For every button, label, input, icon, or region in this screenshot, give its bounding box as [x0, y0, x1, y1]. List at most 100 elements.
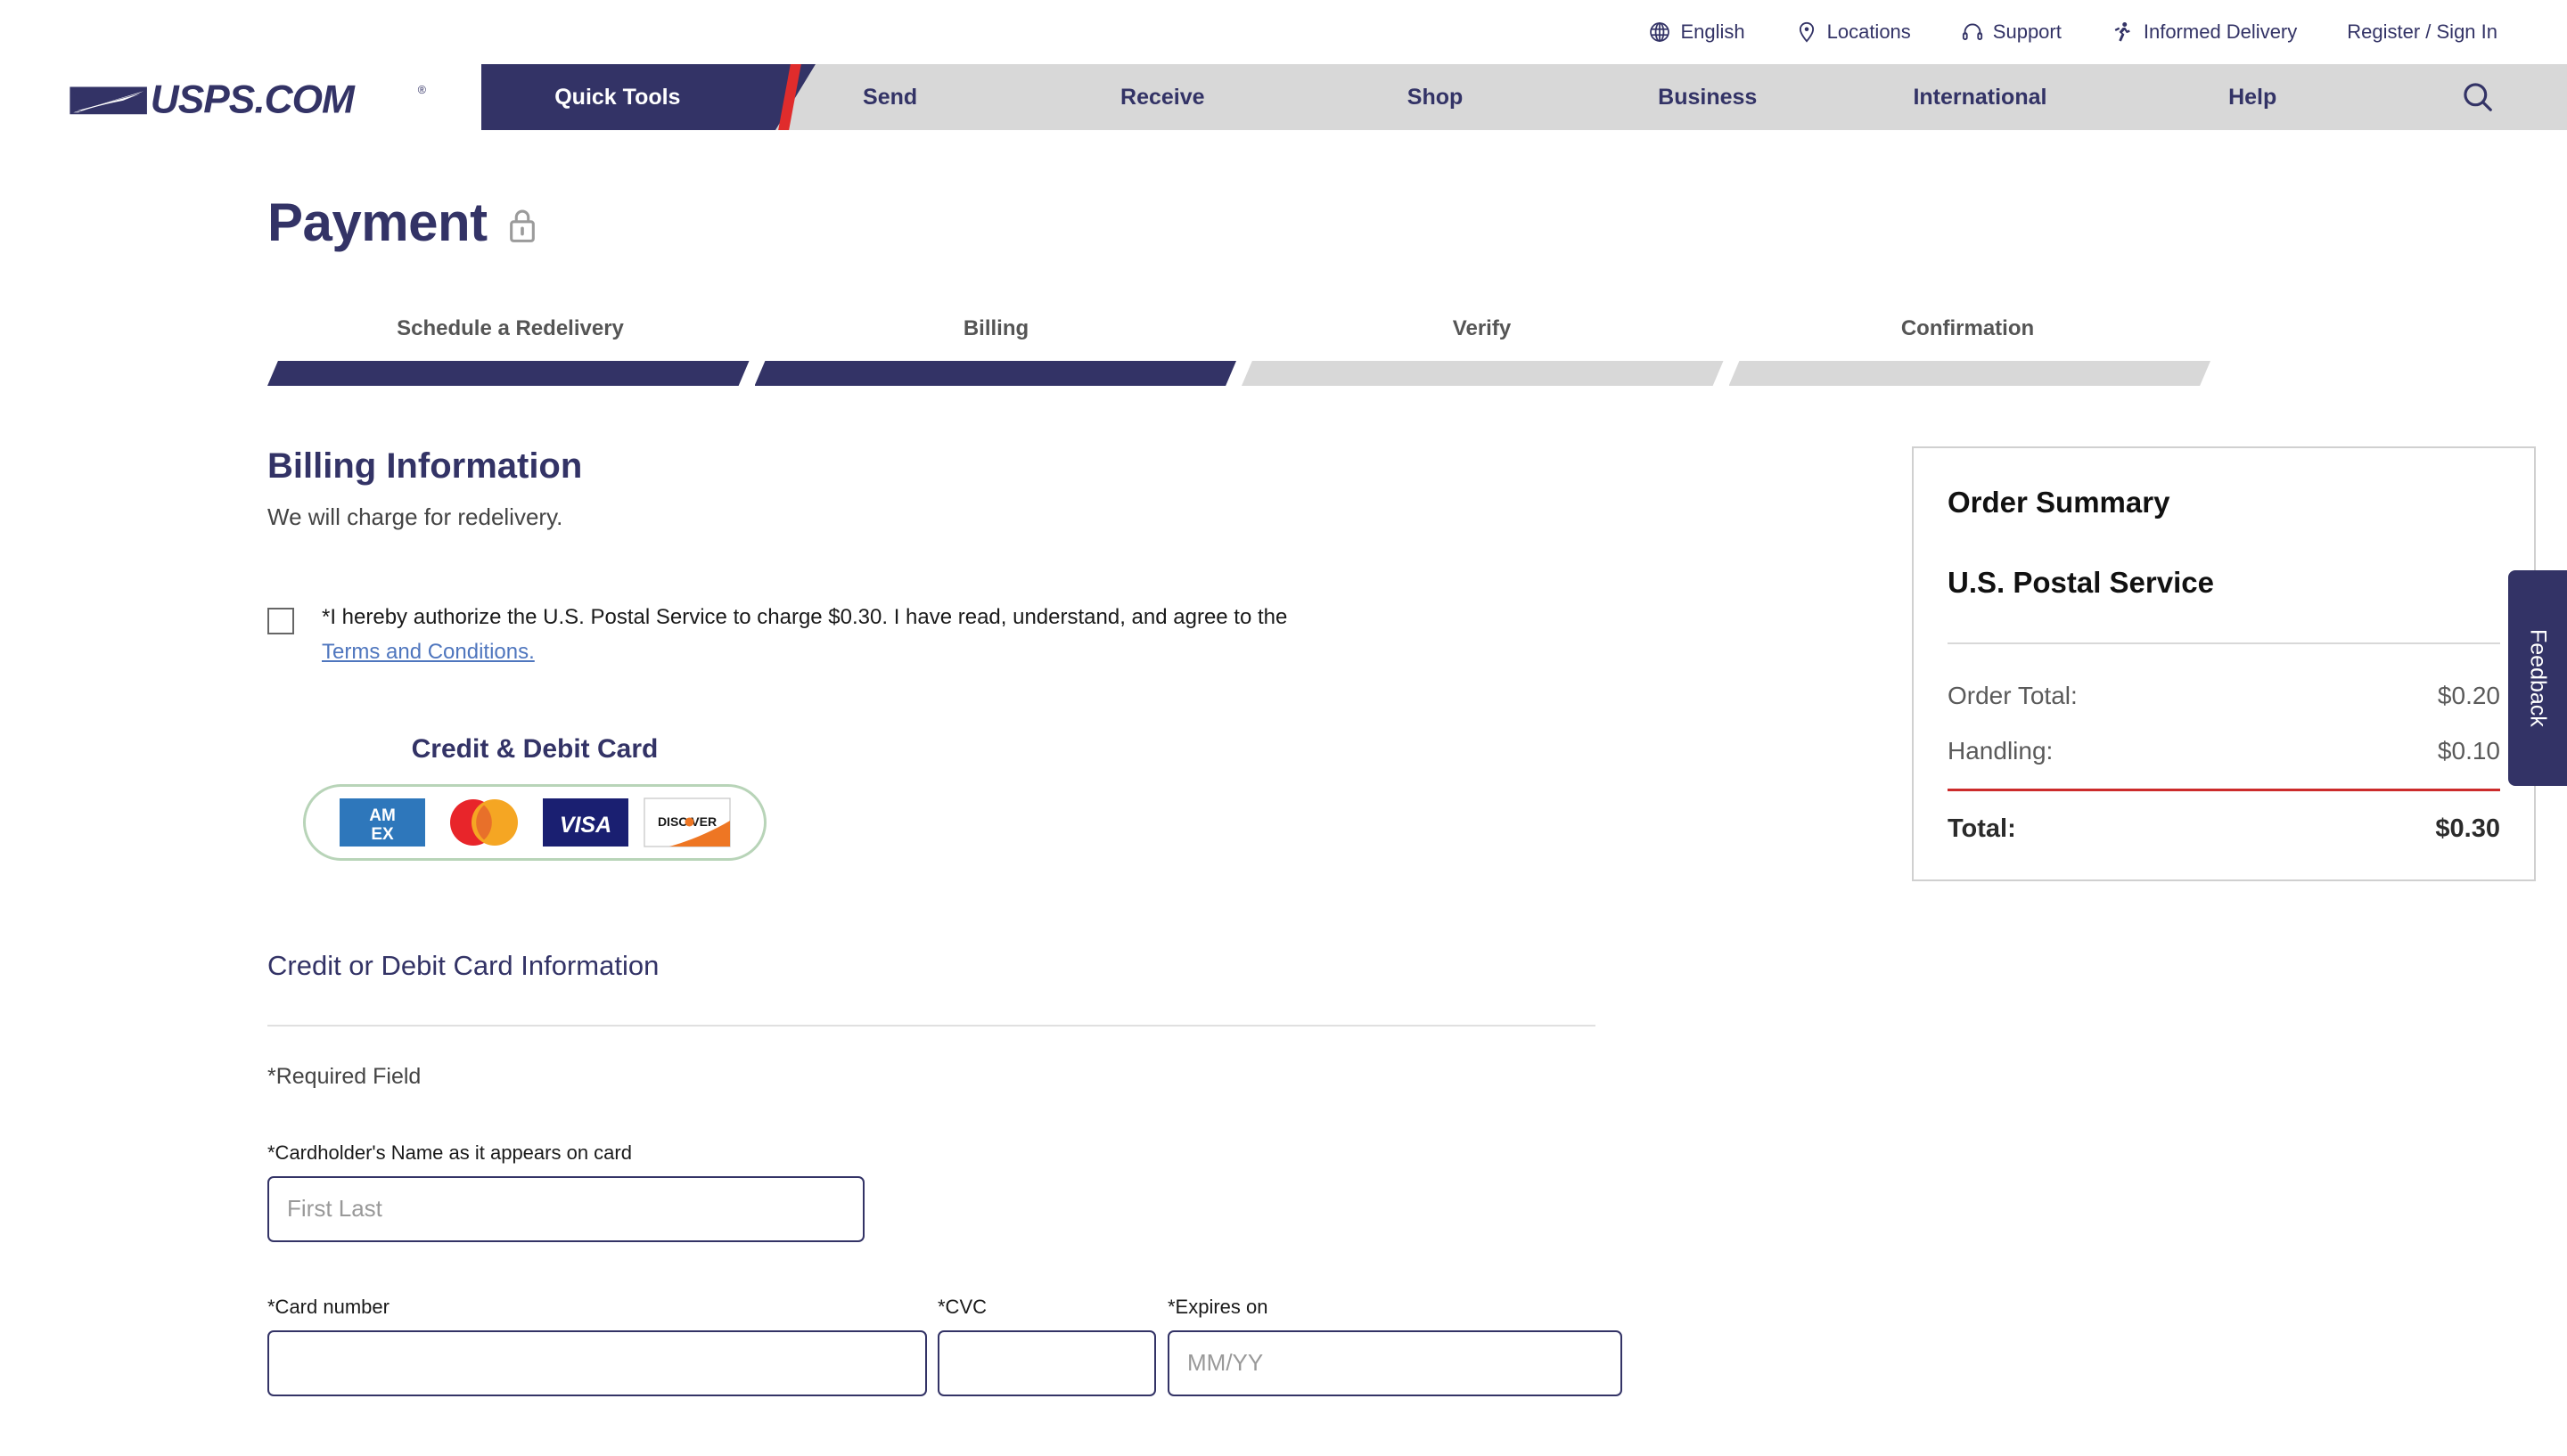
nav-item-shop[interactable]: Shop [1299, 64, 1571, 130]
order-summary-rule [1948, 642, 2500, 644]
page-content: Payment Schedule a Redelivery Billing Ve… [0, 196, 2567, 1396]
billing-heading: Billing Information [267, 446, 583, 486]
informed-delivery-icon [2112, 20, 2135, 44]
nav-label: International [1913, 84, 2047, 110]
cardholder-name-input[interactable] [267, 1175, 865, 1242]
progress-stepper: Schedule a Redelivery Billing Verify Con… [267, 316, 2210, 386]
discover-icon: DISC VER [644, 797, 731, 847]
step-bar-schedule-a-redelivery [267, 361, 750, 386]
utility-nav-item-informed-delivery[interactable]: Informed Delivery [2112, 20, 2297, 44]
nav-label: Business [1658, 84, 1758, 110]
svg-text:USPS.COM: USPS.COM [151, 78, 356, 119]
accepted-card-logos: AM EX VISA DISC VER [303, 783, 767, 861]
svg-text:EX: EX [371, 825, 394, 844]
visa-icon: VISA [543, 798, 628, 847]
required-field-note: *Required Field [267, 1063, 422, 1089]
card-details-row: *Card number *CVC *Expires on [267, 1296, 1622, 1396]
order-summary-merchant: U.S. Postal Service [1948, 566, 2214, 599]
card-brand-block: Credit & Debit Card AM EX VISA DISC VER [267, 734, 1604, 861]
main-navigation: USPS.COM ® Quick Tools Send Receive Shop… [0, 64, 2567, 130]
card-number-input[interactable] [267, 1329, 927, 1396]
nav-item-quick-tools[interactable]: Quick Tools [481, 64, 754, 130]
billing-subheading: We will charge for redelivery. [267, 503, 563, 530]
headset-icon [1961, 20, 1984, 44]
authorization-text: *I hereby authorize the U.S. Postal Serv… [322, 602, 1472, 668]
svg-text:VISA: VISA [560, 813, 611, 838]
mastercard-icon [450, 798, 518, 846]
nav-label: Send [863, 84, 918, 110]
section-divider [267, 1024, 1595, 1027]
nav-item-business[interactable]: Business [1571, 64, 1844, 130]
feedback-label: Feedback [2525, 629, 2551, 727]
search-icon [2464, 83, 2492, 111]
page-header: Payment [267, 196, 2487, 249]
cvc-group: *CVC [938, 1296, 1156, 1396]
order-line-total: Total: $0.30 [1948, 814, 2500, 844]
nav-label: Receive [1120, 84, 1205, 110]
nav-label: Shop [1407, 84, 1464, 110]
stepper-bars [267, 361, 2210, 386]
step-bar-confirmation [1728, 361, 2210, 386]
step-label-schedule-a-redelivery: Schedule a Redelivery [397, 316, 624, 340]
lock-icon [509, 209, 535, 242]
nav-label: Help [2228, 84, 2277, 110]
authorization-statement: *I hereby authorize the U.S. Postal Serv… [322, 605, 1288, 629]
cardholder-name-group: *Cardholder's Name as it appears on card [267, 1141, 1604, 1242]
order-line-label: Handling: [1948, 737, 2054, 765]
utility-nav-item-register-signin[interactable]: Register / Sign In [2347, 20, 2497, 44]
utility-nav-item-locations[interactable]: Locations [1795, 20, 1911, 44]
order-line-amount: $0.20 [2437, 682, 2500, 709]
nav-item-receive[interactable]: Receive [1026, 64, 1299, 130]
step-bar-verify [1242, 361, 1724, 386]
utility-nav-label: Register / Sign In [2347, 20, 2497, 43]
utility-nav-item-support[interactable]: Support [1961, 20, 2062, 44]
terms-and-conditions-link[interactable]: Terms and Conditions. [322, 637, 535, 668]
cardholder-name-label: *Cardholder's Name as it appears on card [267, 1141, 632, 1164]
cvc-label: *CVC [938, 1295, 988, 1318]
amex-icon: AM EX [340, 798, 425, 847]
usps-logo-mark: USPS.COM ® [70, 78, 427, 119]
nav-item-send[interactable]: Send [754, 64, 1027, 130]
authorization-checkbox[interactable] [267, 608, 294, 634]
order-total-amount: $0.30 [2435, 814, 2500, 843]
stepper-labels: Schedule a Redelivery Billing Verify Con… [267, 316, 2210, 361]
step-bar-billing [754, 361, 1236, 386]
globe-icon [1648, 20, 1671, 44]
page-title: Payment [267, 192, 488, 252]
card-brand-title: Credit & Debit Card [411, 733, 659, 764]
main-nav-items: Quick Tools Send Receive Shop Business I… [481, 64, 2389, 130]
feedback-tab[interactable]: Feedback [2508, 570, 2567, 786]
card-information-heading: Credit or Debit Card Information [267, 949, 660, 981]
usps-logo[interactable]: USPS.COM ® [0, 64, 481, 130]
billing-form-column: Billing Information We will charge for r… [267, 446, 1622, 1396]
cvc-input[interactable] [938, 1329, 1156, 1396]
authorization-row: *I hereby authorize the U.S. Postal Serv… [267, 602, 1604, 668]
step-label-billing: Billing [963, 316, 1029, 340]
utility-nav: English Locations Support Informed Deliv… [0, 0, 2567, 64]
utility-nav-label: Support [1992, 20, 2062, 43]
step-label-confirmation: Confirmation [1900, 316, 2035, 340]
order-line-handling: Handling: $0.10 [1948, 737, 2500, 765]
order-total-label: Total: [1948, 814, 2016, 843]
nav-label: Quick Tools [554, 84, 681, 110]
search-button[interactable] [2389, 64, 2567, 130]
main-content: Billing Information We will charge for r… [267, 446, 2536, 1396]
step-label-verify: Verify [1452, 316, 1512, 340]
expires-on-label: *Expires on [1168, 1295, 1268, 1318]
nav-item-help[interactable]: Help [2116, 64, 2389, 130]
order-total-divider [1948, 789, 2500, 791]
svg-text:®: ® [418, 84, 427, 96]
utility-nav-label: English [1680, 20, 1745, 43]
order-line-order-total: Order Total: $0.20 [1948, 682, 2500, 710]
order-summary-column: Order Summary U.S. Postal Service Order … [1912, 446, 2536, 881]
order-summary-card: Order Summary U.S. Postal Service Order … [1912, 446, 2536, 881]
svg-text:AM: AM [369, 806, 396, 825]
expires-on-input[interactable] [1168, 1329, 1622, 1396]
expires-on-group: *Expires on [1168, 1296, 1622, 1396]
card-number-group: *Card number [267, 1296, 927, 1396]
nav-item-international[interactable]: International [1844, 64, 2117, 130]
order-line-amount: $0.10 [2437, 737, 2500, 765]
utility-nav-label: Informed Delivery [2143, 20, 2298, 43]
map-pin-icon [1795, 20, 1818, 44]
utility-nav-item-english[interactable]: English [1648, 20, 1745, 44]
